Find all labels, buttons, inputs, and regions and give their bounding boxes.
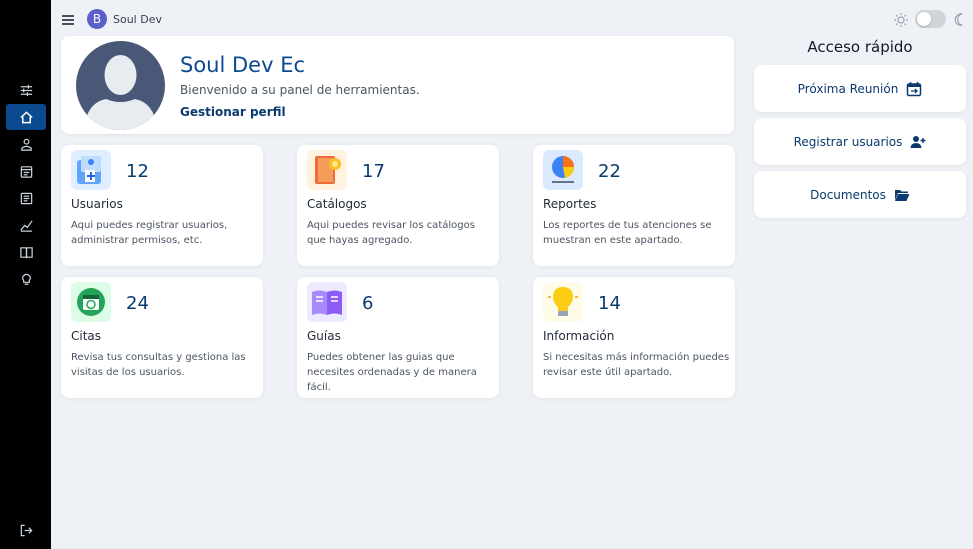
profile-subtitle: Bienvenido a su panel de herramientas. [180,83,420,97]
toggle-knob [917,12,931,26]
tile-catalogos[interactable]: 17 Catálogos Aqui puedes revisar los cat… [297,145,499,266]
tile-count: 17 [362,161,385,182]
tile-title: Información [543,329,615,343]
open-book-icon [307,282,347,322]
calendar-clock-icon [71,282,111,322]
tile-title: Usuarios [71,197,123,211]
tile-usuarios[interactable]: 12 Usuarios Aqui puedes registrar usuari… [61,145,263,266]
chart-line-icon [19,219,33,232]
sliders-icon [20,84,32,96]
tile-description: Puedes obtener las guias que necesites o… [307,352,477,393]
document-list-icon [20,192,32,204]
pie-report-icon [543,150,583,190]
profile-picture [76,41,165,130]
sidebar-item-calendar[interactable] [6,158,46,184]
user-plus-icon [910,135,926,148]
tile-description: Revisa tus consultas y gestiona las visi… [71,352,246,378]
tile-reportes[interactable]: 22 Reportes Los reportes de tus atencion… [533,145,735,266]
users-folder-icon [71,150,111,190]
sidebar [0,0,51,549]
sidebar-item-guides[interactable] [6,239,46,265]
users-icon [20,138,32,151]
button-label: Registrar usuarios [793,134,903,149]
sidebar-item-stats[interactable] [6,212,46,238]
tile-informacion[interactable]: 14 Información Si necesitas más informac… [533,277,735,398]
tile-title: Guías [307,329,341,343]
tile-title: Citas [71,329,102,343]
tile-description: Aqui puedes revisar los catálogos que ha… [307,220,475,246]
book-icon [19,246,33,258]
logout-icon [20,524,33,536]
home-icon [19,110,33,123]
calendar-icon [20,165,32,178]
lightbulb-outline-icon [21,273,31,285]
button-label: Documentos [810,187,886,202]
folder-open-icon [894,189,910,201]
quick-access-title: Acceso rápido [807,38,913,56]
tile-description: Aqui puedes registrar usuarios, administ… [71,220,228,246]
sidebar-logout[interactable] [6,517,46,543]
tile-count: 24 [126,293,149,314]
tile-citas[interactable]: 24 Citas Revisa tus consultas y gestiona… [61,277,263,398]
lightbulb-icon [543,282,583,322]
tile-count: 22 [598,161,621,182]
catalog-book-icon [307,150,347,190]
menu-icon[interactable] [60,12,76,28]
user-silhouette-icon [84,55,157,130]
sidebar-item-users[interactable] [6,131,46,157]
tile-description: Los reportes de tus atenciones se muestr… [543,220,712,246]
sidebar-item-home[interactable] [6,104,46,130]
tile-title: Reportes [543,197,597,211]
tile-guias[interactable]: 6 Guías Puedes obtener las guias que nec… [297,277,499,398]
profile-card: Soul Dev Ec Bienvenido a su panel de her… [61,36,734,134]
tile-title: Catálogos [307,197,367,211]
manage-profile-link[interactable]: Gestionar perfil [180,105,286,119]
register-users-button[interactable]: Registrar usuarios [754,118,966,165]
sidebar-item-settings[interactable] [6,77,46,103]
tile-count: 6 [362,293,374,314]
button-label: Próxima Reunión [797,81,899,96]
moon-icon [954,13,963,26]
sidebar-item-reports[interactable] [6,185,46,211]
sun-icon [894,13,908,27]
calendar-arrow-icon [907,81,922,96]
next-meeting-button[interactable]: Próxima Reunión [754,65,966,112]
sidebar-item-info[interactable] [6,266,46,292]
tile-count: 12 [126,161,149,182]
tile-count: 14 [598,293,621,314]
avatar[interactable]: B [87,9,107,29]
theme-toggle[interactable] [915,10,946,28]
topbar-user-name: Soul Dev [113,13,162,26]
documents-button[interactable]: Documentos [754,171,966,218]
tile-description: Si necesitas más información puedes revi… [543,352,730,378]
profile-name: Soul Dev Ec [180,53,306,77]
